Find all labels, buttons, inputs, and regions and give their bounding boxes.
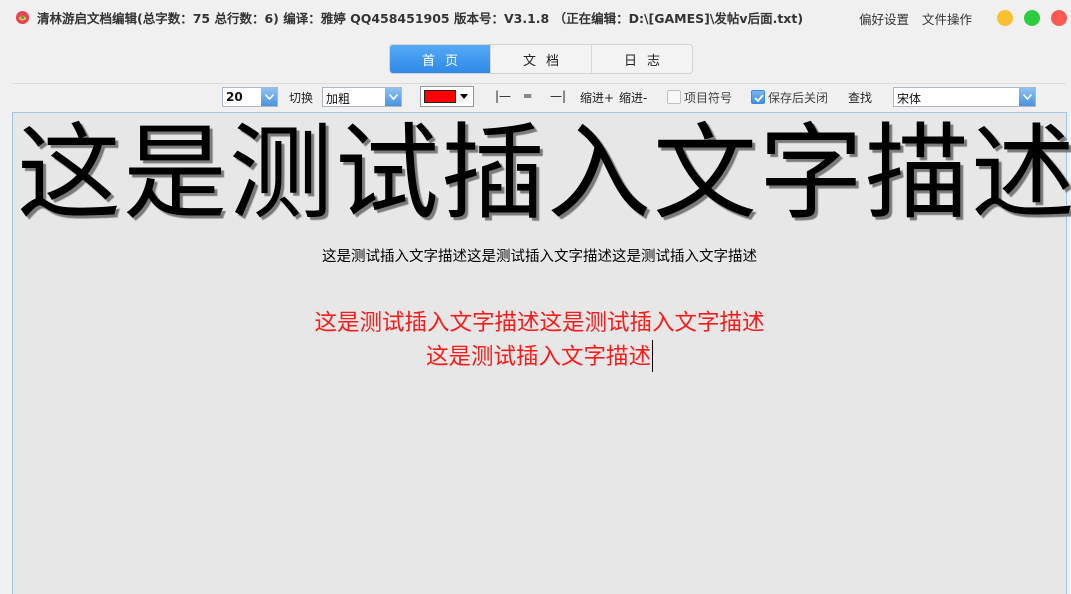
font-style-select[interactable]: 加粗	[322, 87, 402, 107]
title-bar: 清林游启文档编辑(总字数：75 总行数：6) 编译：雅婷 QQ458451905…	[0, 0, 1071, 34]
app-logo-icon	[15, 10, 30, 25]
align-center-button[interactable]: ═	[524, 89, 531, 103]
checkmark-icon	[754, 94, 764, 103]
indent-decrease-button[interactable]: 缩进-	[619, 89, 647, 106]
font-style-value: 加粗	[326, 92, 351, 106]
text-cursor	[652, 340, 653, 372]
switch-button[interactable]: 切换	[289, 89, 313, 106]
align-right-button[interactable]: —|	[550, 89, 566, 103]
window-title: 清林游启文档编辑(总字数：75 总行数：6) 编译：雅婷 QQ458451905…	[37, 11, 804, 26]
caret-down-icon	[460, 94, 468, 99]
save-close-label: 保存后关闭	[768, 91, 829, 105]
indent-increase-button[interactable]: 缩进+	[580, 89, 614, 106]
red-text-line-1: 这是测试插入文字描述这是测试插入文字描述	[314, 310, 765, 336]
main-tabs: 首页 文档 日志	[389, 44, 693, 74]
heading-text: 这是测试插入文字描述	[17, 112, 1071, 234]
preferences-menu[interactable]: 偏好设置	[859, 9, 909, 28]
body-text-line: 这是测试插入文字描述这是测试插入文字描述这是测试插入文字描述	[322, 249, 757, 265]
red-text-line-2-content: 这是测试插入文字描述	[425, 344, 651, 370]
align-left-button[interactable]: |—	[495, 89, 511, 103]
chevron-down-icon	[261, 88, 277, 106]
minimize-button[interactable]	[997, 10, 1013, 26]
text-color-picker[interactable]	[420, 86, 474, 107]
font-family-value: 宋体	[897, 92, 922, 106]
close-button[interactable]	[1051, 10, 1067, 26]
document-editor[interactable]: 这是测试插入文字描述 这是测试插入文字描述这是测试插入文字描述这是测试插入文字描…	[12, 112, 1071, 594]
font-size-value: 20	[226, 90, 243, 104]
file-operations-menu[interactable]: 文件操作	[922, 9, 972, 28]
font-size-select[interactable]: 20	[222, 87, 278, 107]
toolbar-divider	[12, 83, 1066, 84]
color-swatch	[424, 90, 456, 103]
find-button[interactable]: 查找	[848, 89, 872, 106]
font-family-select[interactable]: 宋体	[893, 87, 1036, 107]
red-text-line-2: 这是测试插入文字描述	[13, 339, 1066, 372]
bullet-checkbox[interactable]	[667, 90, 681, 104]
save-close-checkbox[interactable]	[751, 90, 765, 104]
bullet-label: 项目符号	[684, 91, 733, 105]
tab-log[interactable]: 日志	[592, 45, 692, 73]
tab-home[interactable]: 首页	[390, 45, 491, 73]
chevron-down-icon	[385, 88, 401, 106]
chevron-down-icon	[1019, 88, 1035, 106]
tab-documents[interactable]: 文档	[491, 45, 592, 73]
maximize-button[interactable]	[1024, 10, 1040, 26]
